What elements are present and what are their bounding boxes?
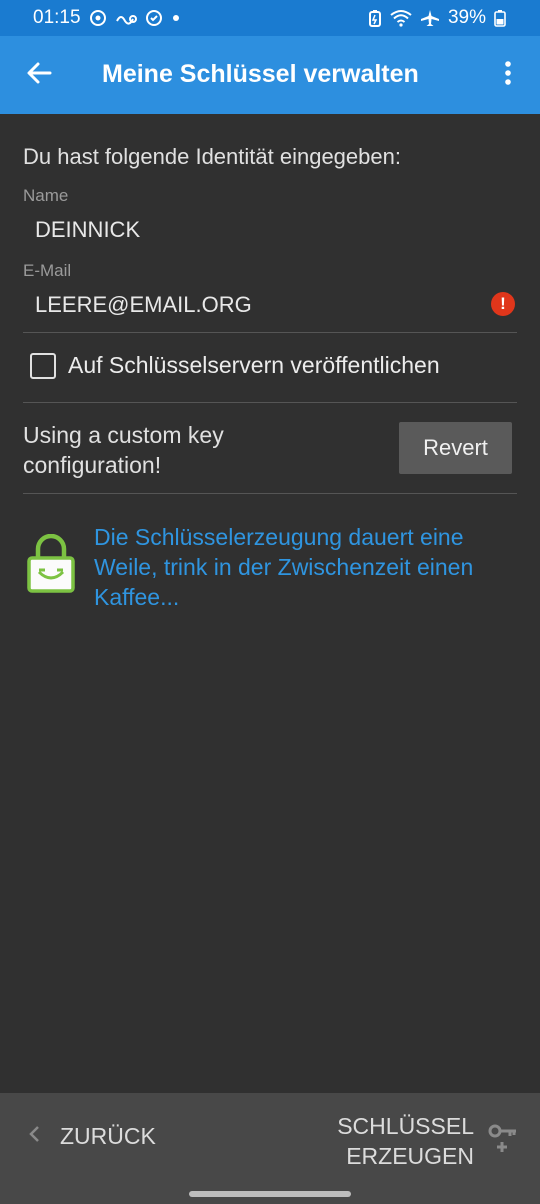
battery-icon — [494, 9, 506, 27]
create-key-label-line2: ERZEUGEN — [346, 1143, 474, 1169]
back-button[interactable] — [0, 36, 78, 114]
overflow-menu-button[interactable] — [486, 53, 530, 97]
clock: 01:15 — [33, 7, 81, 28]
divider — [23, 493, 517, 494]
email-field[interactable]: LEERE@EMAIL.ORG — [35, 292, 252, 318]
back-nav-label: ZURÜCK — [60, 1123, 156, 1149]
status-bar: 01:15 39% — [0, 0, 540, 36]
create-key-label: SCHLÜSSEL ERZEUGEN — [337, 1111, 474, 1171]
vpn-icon — [145, 9, 163, 27]
lock-icon — [26, 533, 76, 599]
sync-icon — [89, 9, 107, 27]
home-indicator[interactable] — [189, 1191, 351, 1197]
divider — [23, 332, 517, 333]
back-nav-button[interactable]: ZURÜCK — [28, 1123, 156, 1150]
name-field[interactable]: DEINNICK — [35, 217, 140, 243]
page-title: Meine Schlüssel verwalten — [102, 60, 419, 88]
arrow-back-icon — [26, 60, 52, 91]
publish-checkbox[interactable] — [30, 352, 56, 379]
publish-checkbox-row[interactable]: Auf Schlüsselservern veröffentlichen — [30, 352, 440, 379]
revert-button[interactable]: Revert — [399, 422, 512, 474]
overflow-menu-icon — [504, 60, 512, 91]
wifi-icon — [390, 9, 412, 27]
publish-checkbox-label: Auf Schlüsselservern veröffentlichen — [68, 352, 440, 378]
custom-config-text: Using a custom key configuration! — [23, 422, 224, 478]
status-left: 01:15 — [33, 7, 181, 29]
link-icon — [115, 9, 137, 27]
dot-icon — [171, 13, 181, 23]
create-key-button[interactable]: SCHLÜSSEL ERZEUGEN — [337, 1111, 518, 1171]
chevron-left-icon — [28, 1123, 42, 1150]
key-add-icon — [488, 1122, 518, 1160]
app-bar: Meine Schlüssel verwalten — [0, 36, 540, 114]
battery-saver-icon — [368, 9, 382, 27]
divider — [23, 402, 517, 403]
airplane-icon — [420, 9, 440, 27]
bottom-bar: ZURÜCK SCHLÜSSEL ERZEUGEN — [0, 1093, 540, 1204]
intro-text: Du hast folgende Identität eingegeben: — [23, 144, 401, 169]
status-right: 39% — [368, 7, 506, 29]
create-key-label-line1: SCHLÜSSEL — [337, 1113, 474, 1139]
error-icon: ! — [491, 292, 515, 316]
email-label: E-Mail — [23, 261, 72, 280]
info-text: Die Schlüsselerzeugung dauert eine Weile… — [94, 524, 474, 610]
name-label: Name — [23, 186, 69, 205]
battery-percent: 39% — [447, 7, 486, 28]
